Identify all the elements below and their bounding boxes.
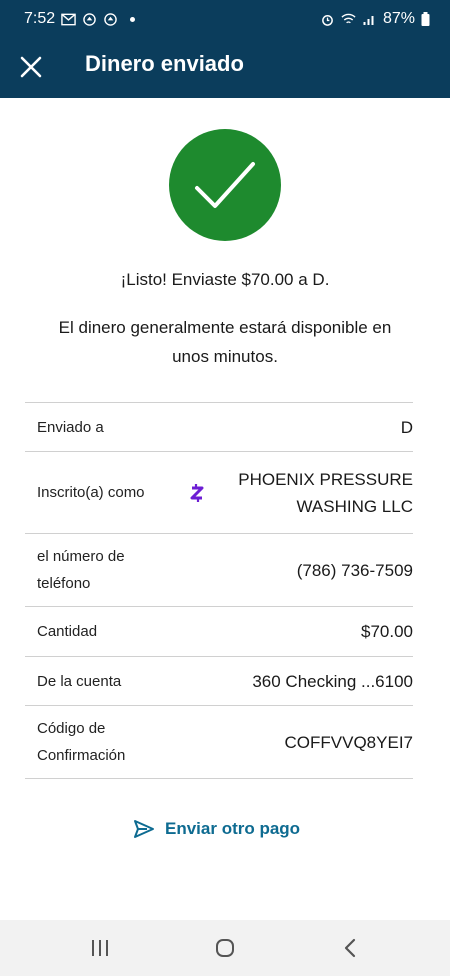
battery-icon	[421, 12, 430, 26]
close-button[interactable]	[14, 50, 48, 84]
app-bar: Dinero enviado	[0, 38, 450, 96]
app-notification-icon	[104, 12, 117, 26]
detail-label: De la cuenta	[37, 672, 122, 690]
send-another-payment-label: Enviar otro pago	[165, 819, 301, 838]
transfer-details: Enviado a D Inscrito(a) como PHOENIX PRE…	[25, 402, 413, 779]
checkmark-icon	[195, 162, 255, 208]
detail-value: $70.00	[361, 622, 413, 641]
status-bar: 7:52 87%	[0, 0, 450, 38]
detail-value: (786) 736-7509	[296, 560, 413, 580]
detail-value: D	[400, 417, 413, 437]
back-button[interactable]	[330, 934, 370, 962]
availability-note: El dinero generalmente estará disponible…	[58, 318, 392, 366]
detail-label: Inscrito(a) como	[37, 484, 145, 501]
success-message: ¡Listo! Enviaste $70.00 a D.	[120, 270, 330, 289]
page-title: Dinero enviado	[85, 51, 244, 76]
detail-label: Cantidad	[37, 623, 98, 640]
detail-row-sent-to: Enviado a D	[25, 403, 413, 452]
detail-row-enrolled-as: Inscrito(a) como PHOENIX PRESSURE WASHIN…	[25, 452, 413, 534]
app-notification-icon	[83, 12, 96, 26]
send-icon	[134, 820, 154, 838]
status-time: 7:52	[24, 10, 56, 27]
detail-row-account: De la cuenta 360 Checking ...6100	[25, 657, 413, 706]
success-badge	[169, 129, 281, 241]
gmail-icon	[61, 13, 76, 25]
detail-label: Enviado a	[37, 418, 104, 436]
detail-value: COFFVVQ8YEI7	[284, 732, 413, 752]
notification-dot-icon	[130, 16, 136, 22]
recents-button[interactable]	[80, 934, 120, 962]
recents-icon	[92, 940, 108, 956]
detail-label: el número de teléfono	[37, 548, 125, 592]
detail-row-phone: el número de teléfono (786) 736-7509	[25, 534, 413, 607]
close-icon	[20, 56, 42, 78]
alarm-icon	[322, 14, 333, 26]
battery-percent: 87%	[382, 10, 415, 27]
detail-value: PHOENIX PRESSURE WASHING LLC	[238, 469, 413, 516]
detail-value: 360 Checking ...6100	[252, 671, 413, 691]
system-nav-bar	[0, 920, 450, 976]
detail-label: Código de Confirmación	[37, 720, 126, 764]
status-right: 87%	[320, 10, 430, 28]
app-header: 7:52 87% Dinero enviado	[0, 0, 450, 98]
home-button[interactable]	[205, 934, 245, 962]
home-icon	[216, 939, 234, 957]
send-another-payment-button[interactable]: Enviar otro pago	[133, 814, 300, 844]
zelle-icon	[187, 482, 207, 504]
detail-row-confirmation: Código de Confirmación COFFVVQ8YEI7	[25, 706, 413, 779]
detail-row-amount: Cantidad $70.00	[25, 607, 413, 657]
wifi-icon	[341, 13, 356, 23]
status-left: 7:52	[24, 10, 136, 28]
signal-icon	[363, 15, 374, 25]
back-icon	[344, 938, 356, 958]
